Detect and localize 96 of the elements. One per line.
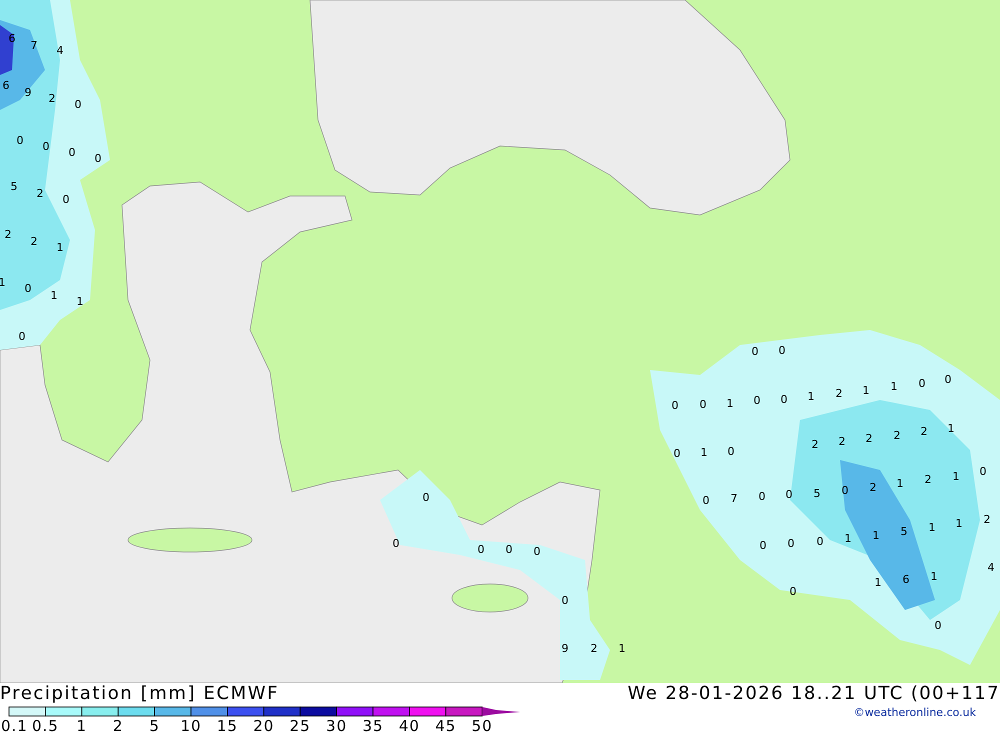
- precipitation-value: 0: [16, 134, 24, 147]
- legend-label: 20: [253, 717, 274, 733]
- precipitation-value: 2: [866, 432, 872, 445]
- precipitation-value: 1: [862, 384, 870, 397]
- precipitation-value: 0: [842, 484, 848, 497]
- precipitation-value: 2: [48, 92, 56, 105]
- precipitation-value: 0: [980, 465, 986, 478]
- precipitation-value: 2: [590, 642, 598, 655]
- precipitation-value: 0: [790, 585, 796, 598]
- precipitation-value: 0: [934, 619, 942, 632]
- precipitation-value: 0: [672, 399, 678, 412]
- precipitation-area: [0, 25, 14, 75]
- precipitation-value: 0: [24, 282, 32, 295]
- precipitation-value: 2: [920, 425, 928, 438]
- precipitation-value: 7: [30, 39, 38, 52]
- precipitation-value: 0: [94, 152, 102, 165]
- precipitation-value: 1: [890, 380, 898, 393]
- legend-label: 35: [362, 717, 384, 733]
- precipitation-value: 4: [988, 561, 994, 574]
- precipitation-value: 1: [76, 295, 84, 308]
- precipitation-value: 0: [752, 345, 758, 358]
- precipitation-value: 1: [952, 470, 960, 483]
- precipitation-value: 2: [4, 228, 12, 241]
- legend-label: 5: [149, 717, 160, 733]
- legend-label: 45: [435, 717, 456, 733]
- precipitation-value: 1: [928, 521, 936, 534]
- precipitation-value: 2: [30, 235, 38, 248]
- precipitation-value: 0: [778, 344, 786, 357]
- precipitation-value: 0: [674, 447, 680, 460]
- legend-label: 0.5: [32, 717, 59, 733]
- precipitation-value: 0: [68, 146, 76, 159]
- precipitation-value: 0: [534, 545, 540, 558]
- precipitation-value: 0: [702, 494, 710, 507]
- precipitation-value: 0: [780, 393, 788, 406]
- precipitation-value: 2: [838, 435, 846, 448]
- precipitation-value: 0: [62, 193, 70, 206]
- legend-label: 2: [112, 717, 124, 733]
- precipitation-value: 1: [50, 289, 58, 302]
- precipitation-value: 0: [786, 488, 792, 501]
- precipitation-value: 5: [900, 525, 908, 538]
- map-title: Precipitation [mm] ECMWF: [0, 683, 280, 705]
- precipitation-value: 5: [814, 487, 820, 500]
- legend-label: 30: [326, 717, 348, 733]
- legend-label: 1: [76, 717, 88, 733]
- legend-label: 10: [180, 717, 202, 733]
- precipitation-value: 2: [894, 429, 900, 442]
- precipitation-value: 0: [42, 140, 50, 153]
- precipitation-value: 0: [816, 535, 824, 548]
- precipitation-value: 1: [948, 422, 954, 435]
- precipitation-value: 1: [930, 570, 938, 583]
- precipitation-value: 2: [36, 187, 44, 200]
- precipitation-value: 1: [808, 390, 814, 403]
- precipitation-value: 2: [870, 481, 876, 494]
- credit-text: ©weatheronline.co.uk: [854, 705, 976, 721]
- precipitation-value: 0: [74, 98, 82, 111]
- precipitation-value: 4: [56, 44, 64, 57]
- precipitation-value: 9: [24, 86, 32, 99]
- precipitation-value: 0: [760, 539, 766, 552]
- legend-label: 50: [472, 717, 493, 733]
- precipitation-value: 1: [618, 642, 626, 655]
- precipitation-value: 0: [918, 377, 926, 390]
- precipitation-value: 1: [56, 241, 64, 254]
- precipitation-value: 0: [728, 445, 734, 458]
- legend-label: 40: [398, 717, 420, 733]
- precipitation-value: 1: [726, 397, 734, 410]
- precipitation-value: 0: [700, 398, 706, 411]
- precipitation-value: 0: [944, 373, 952, 386]
- precipitation-value: 1: [0, 276, 6, 289]
- precipitation-value: 0: [478, 543, 484, 556]
- legend-label: 15: [216, 717, 238, 733]
- precipitation-value: 0: [788, 537, 794, 550]
- precipitation-value: 2: [836, 387, 842, 400]
- precipitation-value: 5: [10, 180, 18, 193]
- precipitation-value: 1: [844, 532, 852, 545]
- precipitation-value: 0: [506, 543, 512, 556]
- precipitation-value: 0: [392, 537, 400, 550]
- legend-label: 25: [290, 717, 311, 733]
- precipitation-value: 0: [562, 594, 568, 607]
- precipitation-value: 1: [700, 446, 708, 459]
- precipitation-value: 0: [18, 330, 26, 343]
- precipitation-value: 1: [874, 576, 882, 589]
- precipitation-value: 2: [924, 473, 932, 486]
- precipitation-value: 2: [812, 438, 818, 451]
- precipitation-value: 6: [2, 79, 10, 92]
- precipitation-value: 0: [754, 394, 760, 407]
- precipitation-value: 0: [422, 491, 430, 504]
- precipitation-value: 2: [984, 513, 990, 526]
- precipitation-value: 1: [956, 517, 962, 530]
- precipitation-value: 1: [872, 529, 880, 542]
- valid-time: We 28-01-2026 18..21 UTC (00+117: [628, 683, 1000, 705]
- precipitation-value: 1: [896, 477, 904, 490]
- legend-label: 0.1: [1, 717, 28, 733]
- precipitation-value: 7: [730, 492, 738, 505]
- precipitation-value: 9: [562, 642, 568, 655]
- precipitation-value: 0: [758, 490, 766, 503]
- precipitation-value: 6: [902, 573, 910, 586]
